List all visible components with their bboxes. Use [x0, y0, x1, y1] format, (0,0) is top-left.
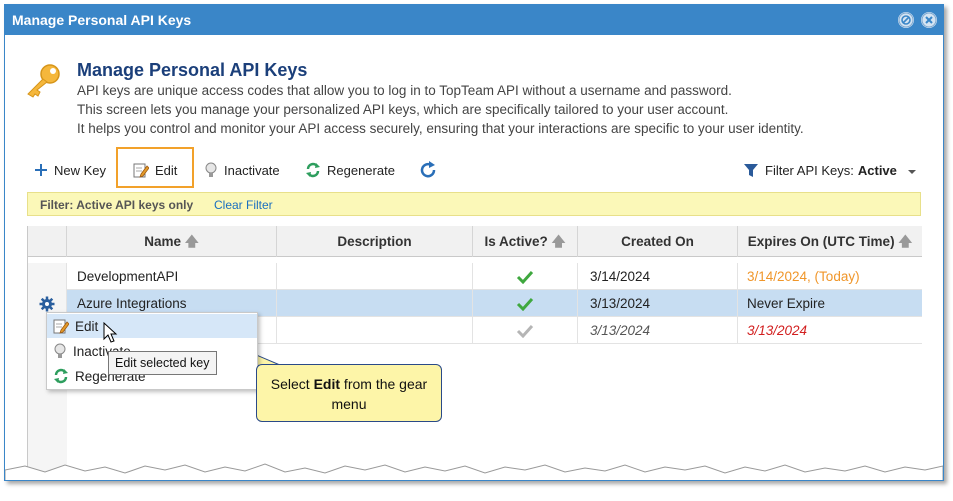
edit-icon — [53, 318, 69, 334]
instruction-callout: Select Edit from the gear menu — [256, 364, 442, 422]
torn-edge-decoration — [5, 463, 943, 480]
dialog-window: Manage Personal API Keys Manage Personal… — [4, 4, 944, 481]
tooltip: Edit selected key — [108, 351, 217, 375]
mouse-cursor-icon — [103, 322, 118, 343]
regenerate-icon — [53, 368, 69, 384]
callout-text-bold: Edit — [313, 376, 341, 392]
lightbulb-icon — [53, 343, 67, 359]
callout-text-post: from the gear menu — [331, 376, 428, 412]
menu-item-edit-label: Edit — [75, 318, 99, 334]
menu-item-edit[interactable]: Edit — [47, 314, 257, 338]
callout-pointer — [180, 322, 288, 369]
callout-text-pre: Select — [270, 376, 314, 392]
